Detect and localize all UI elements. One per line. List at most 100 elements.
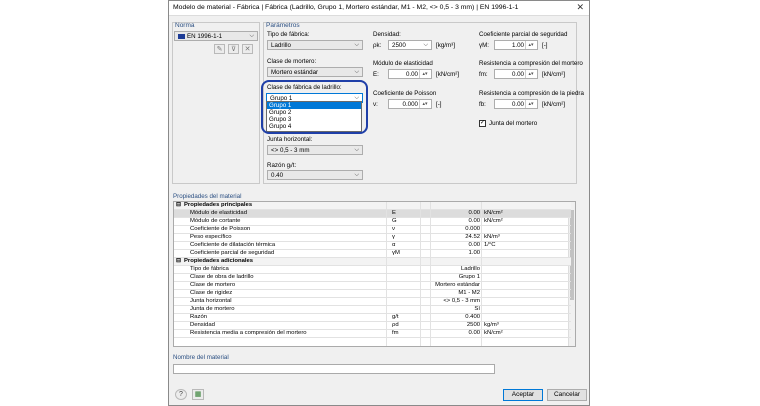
tipo-fabrica-select[interactable]: Ladrillo ⌵ — [267, 40, 363, 50]
cell-name: Junta horizontal — [190, 298, 232, 304]
poisson-label: Coeficiente de Poisson — [373, 90, 437, 97]
section-header-row[interactable]: ⊟ Propiedades adicionales — [174, 258, 571, 266]
coef-seguridad-value: 1.00 — [511, 42, 524, 49]
spinner-icon[interactable]: ▴▾ — [525, 41, 536, 49]
res-piedra-input[interactable]: 0.00 ▴▾ — [494, 99, 538, 109]
section-title: Propiedades principales — [184, 202, 253, 208]
cell-sym: G — [392, 218, 397, 224]
modulo-elasticidad-value: 0.00 — [405, 71, 418, 78]
table-row[interactable]: Densidad ρd 2500 kg/m³ — [174, 322, 571, 330]
cell-name: Coeficiente parcial de seguridad — [190, 250, 275, 256]
accept-button[interactable]: Aceptar — [503, 389, 543, 401]
section-title: Propiedades adicionales — [184, 258, 254, 264]
filter-norma-icon[interactable]: ⊽ — [228, 44, 239, 54]
cancel-button[interactable]: Cancelar — [547, 389, 587, 401]
cell-unit: kN/m³ — [484, 234, 500, 240]
norma-header: Norma — [175, 22, 195, 29]
cell-name: Clase de obra de ladrillo — [190, 274, 254, 280]
cell-name: Módulo de elasticidad — [190, 210, 247, 216]
collapse-icon[interactable]: ⊟ — [176, 258, 181, 265]
spinner-icon[interactable]: ▴▾ — [525, 70, 536, 78]
calculator-icon[interactable]: ▦ — [192, 389, 204, 400]
cell-value: 0.00 — [468, 218, 480, 224]
cell-name: Peso específico — [190, 234, 232, 240]
properties-table: ⊟ Propiedades principales Módulo de elasti… — [173, 201, 576, 347]
densidad-label: Densidad: — [373, 31, 401, 38]
spinner-icon[interactable]: ▴▾ — [525, 100, 536, 108]
norma-value: EN 1996-1-1 — [187, 33, 223, 40]
table-row[interactable]: Módulo de cortante G 0.00 kN/cm² — [174, 218, 571, 226]
table-row[interactable]: Clase de mortero Mortero estándar — [174, 282, 571, 290]
densidad-value: 2500 — [392, 42, 406, 49]
res-piedra-symbol: fb: — [479, 101, 486, 108]
junta-mortero-checkbox[interactable]: ✓ — [479, 120, 486, 127]
clase-mortero-select[interactable]: Mortero estándar ⌵ — [267, 67, 363, 77]
column-divider — [481, 202, 482, 346]
junta-horizontal-select[interactable]: <> 0,5 - 3 mm ⌵ — [267, 145, 363, 155]
res-mortero-value: 0.00 — [511, 71, 524, 78]
table-row[interactable]: Clase de rigidez M1 - M2 — [174, 290, 571, 298]
cell-value: 1.00 — [468, 250, 480, 256]
table-row[interactable]: Razón g/t 0.400 — [174, 314, 571, 322]
res-mortero-symbol: fm: — [479, 71, 488, 78]
res-mortero-input[interactable]: 0.00 ▴▾ — [494, 69, 538, 79]
table-row[interactable]: Módulo de elasticidad E 0.00 kN/cm² — [174, 210, 571, 218]
coef-seguridad-symbol: γM: — [479, 42, 489, 49]
modulo-elasticidad-symbol: E: — [373, 71, 379, 78]
close-icon[interactable]: ✕ — [576, 2, 584, 13]
norma-select[interactable]: EN 1996-1-1 ⌵ — [174, 31, 258, 41]
table-row[interactable]: Coeficiente de Poisson ν 0.000 — [174, 226, 571, 234]
table-row[interactable]: Coeficiente de dilatación térmica α 0.00 1/… — [174, 242, 571, 250]
junta-mortero-label: Junta del mortero — [489, 120, 538, 127]
densidad-select[interactable]: 2500 ⌵ — [388, 40, 432, 50]
modulo-elasticidad-unit: [kN/cm²] — [436, 71, 460, 78]
res-piedra-label: Resistencia a compresión de la piedra — [479, 90, 584, 97]
cell-value: M1 - M2 — [458, 290, 480, 296]
spinner-icon[interactable]: ▴▾ — [419, 100, 430, 108]
column-divider — [386, 202, 387, 346]
cell-value: Sí — [474, 306, 480, 312]
table-row[interactable]: Clase de obra de ladrillo Grupo 1 — [174, 274, 571, 282]
chevron-down-icon: ⌵ — [354, 42, 359, 48]
cell-name: Junta de mortero — [190, 306, 235, 312]
delete-norma-icon[interactable]: ✕ — [242, 44, 253, 54]
spinner-icon[interactable]: ▴▾ — [419, 70, 430, 78]
cell-name: Densidad — [190, 322, 215, 328]
densidad-unit: [kg/m³] — [436, 42, 455, 49]
razon-value: 0.40 — [271, 172, 284, 179]
cell-sym: fm — [392, 330, 399, 336]
cell-name: Coeficiente de dilatación térmica — [190, 242, 276, 248]
cell-name: Módulo de cortante — [190, 218, 241, 224]
res-piedra-value: 0.00 — [511, 101, 524, 108]
poisson-input[interactable]: 0.000 ▴▾ — [388, 99, 432, 109]
clase-mortero-label: Clase de mortero: — [267, 58, 317, 65]
chevron-down-icon: ⌵ — [354, 172, 359, 178]
densidad-symbol: ρk: — [373, 42, 382, 49]
cell-sym: γ — [392, 234, 395, 240]
poisson-unit: [-] — [436, 101, 442, 108]
nombre-input[interactable] — [173, 364, 495, 374]
cell-unit: 1/°C — [484, 242, 496, 248]
modulo-elasticidad-input[interactable]: 0.00 ▴▾ — [388, 69, 432, 79]
cell-unit: kg/m³ — [484, 322, 499, 328]
table-row[interactable]: Junta de mortero Sí — [174, 306, 571, 314]
coef-seguridad-unit: [-] — [542, 42, 548, 49]
section-header-row[interactable]: ⊟ Propiedades principales — [174, 202, 571, 210]
table-row[interactable]: Tipo de fábrica Ladrillo — [174, 266, 571, 274]
coef-seguridad-label: Coeficiente parcial de seguridad — [479, 31, 568, 38]
collapse-icon[interactable]: ⊟ — [176, 202, 181, 209]
table-row[interactable]: Resistencia media a compresión del morte… — [174, 330, 571, 338]
table-row[interactable]: Junta horizontal <> 0,5 - 3 mm — [174, 298, 571, 306]
cell-value: 2500 — [466, 322, 480, 328]
table-row[interactable]: Peso específico γ 24.52 kN/m³ — [174, 234, 571, 242]
junta-horizontal-value: <> 0,5 - 3 mm — [271, 147, 310, 154]
cell-name: Clase de rigidez — [190, 290, 233, 296]
cell-value: 0.400 — [465, 314, 480, 320]
junta-horizontal-label: Junta horizontal: — [267, 136, 313, 143]
edit-norma-icon[interactable]: ✎ — [214, 44, 225, 54]
coef-seguridad-input[interactable]: 1.00 ▴▾ — [494, 40, 538, 50]
poisson-value: 0.000 — [402, 101, 418, 108]
table-row[interactable]: Coeficiente parcial de seguridad γM 1.00 — [174, 250, 571, 258]
help-icon[interactable]: ? — [175, 389, 187, 400]
razon-select[interactable]: 0.40 ⌵ — [267, 170, 363, 180]
